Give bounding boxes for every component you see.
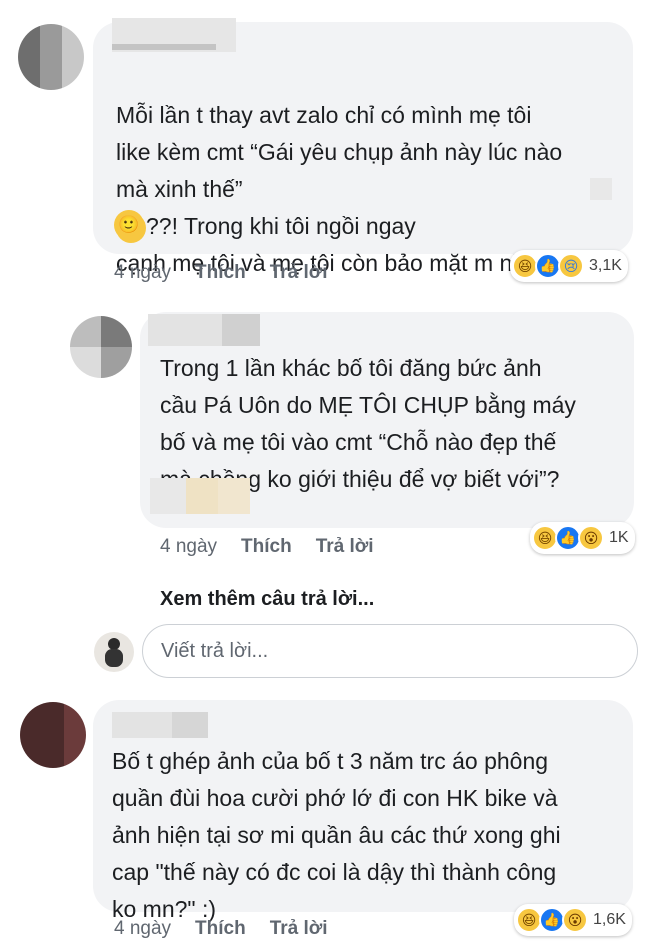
like-button[interactable]: Thích: [195, 918, 246, 940]
wow-icon: 😮: [562, 907, 588, 933]
avatar[interactable]: [70, 316, 132, 378]
see-more-replies-link[interactable]: Xem thêm câu trả lời...: [160, 588, 374, 611]
smile-emoji-icon: 🙂: [114, 210, 144, 240]
avatar[interactable]: [18, 24, 84, 90]
comment-text: Bố t ghép ảnh của bố t 3 năm trc áo phôn…: [112, 748, 561, 922]
reaction-count: 1,6K: [593, 911, 626, 928]
sad-icon: 😢: [558, 253, 584, 279]
like-button[interactable]: Thích: [195, 262, 246, 284]
comment-meta: 4 ngày Thích Trả lời: [114, 918, 352, 940]
reaction-summary[interactable]: 😆 👍 😢 3,1K: [510, 250, 628, 282]
commenter-name-blurred: [148, 314, 260, 348]
commenter-name-blurred: [112, 712, 208, 746]
comment-meta: 4 ngày Thích Trả lời: [114, 262, 352, 284]
comment-text: Mỗi lần t thay avt zalo chỉ có mình mẹ t…: [116, 60, 626, 282]
timestamp[interactable]: 4 ngày: [114, 918, 171, 940]
current-user-avatar: [94, 632, 134, 672]
reaction-count: 3,1K: [589, 257, 622, 274]
blurred-image: [150, 478, 250, 514]
wow-icon: 😮: [578, 525, 604, 551]
comment-meta: 4 ngày Thích Trả lời: [160, 536, 398, 558]
reaction-count: 1K: [609, 529, 629, 546]
comment-text: Trong 1 lần khác bố tôi đăng bức ảnh cầu…: [160, 355, 576, 492]
reply-button[interactable]: Trả lời: [270, 262, 328, 284]
reply-button[interactable]: Trả lời: [270, 918, 328, 940]
reply-input-placeholder: Viết trả lời...: [161, 640, 269, 662]
timestamp[interactable]: 4 ngày: [160, 536, 217, 558]
reaction-summary[interactable]: 😆 👍 😮 1,6K: [514, 904, 632, 936]
comment-text-part: Mỗi lần t thay avt zalo chỉ có mình mẹ t…: [116, 102, 563, 202]
avatar[interactable]: [20, 702, 86, 768]
reply-input[interactable]: Viết trả lời...: [142, 624, 638, 678]
like-button[interactable]: Thích: [241, 536, 292, 558]
reaction-summary[interactable]: 😆 👍 😮 1K: [530, 522, 635, 554]
blurred-image: [590, 178, 612, 200]
timestamp[interactable]: 4 ngày: [114, 262, 171, 284]
reply-button[interactable]: Trả lời: [316, 536, 374, 558]
commenter-name-blurred: [112, 18, 236, 52]
